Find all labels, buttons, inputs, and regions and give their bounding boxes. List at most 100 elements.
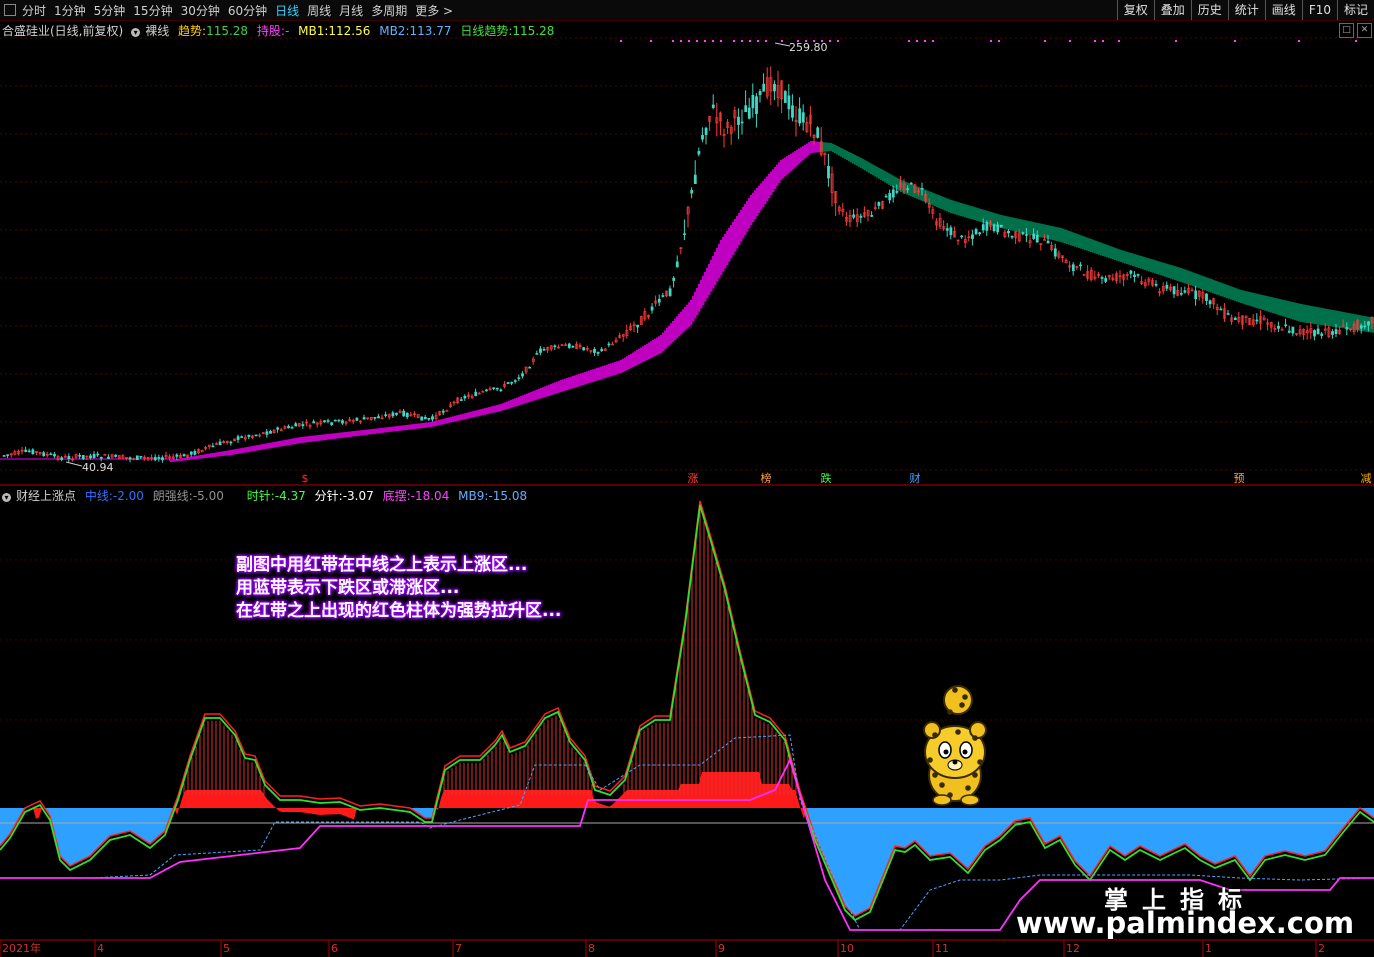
candle-body xyxy=(323,420,326,423)
leopard-spot xyxy=(952,687,958,693)
candle-body xyxy=(1032,233,1036,239)
candle-body xyxy=(859,215,863,218)
candle-body xyxy=(906,188,910,190)
signal-dot xyxy=(672,40,674,42)
candle-body xyxy=(1255,319,1259,322)
candle-body xyxy=(211,445,215,448)
signal-dot xyxy=(1355,40,1357,42)
candle-body xyxy=(391,412,395,417)
style-label[interactable]: 裸线 xyxy=(145,24,169,38)
hour-hand-line xyxy=(0,504,1374,922)
candle-body xyxy=(701,134,704,140)
signal-dot xyxy=(650,40,652,42)
annotation-text: 副图中用红带在中线之上表示上涨区... 用蓝带表示下跌区或滞涨区... 在红带之… xyxy=(236,554,561,623)
candle-body xyxy=(571,345,575,348)
leopard-spot xyxy=(959,702,965,708)
candle-body xyxy=(6,454,10,456)
candle-body xyxy=(153,457,157,461)
signal-dot xyxy=(1298,40,1300,42)
candle-body xyxy=(870,215,874,217)
chart-canvas[interactable]: 259.8040.94 $ 涨榜跌财预减 2021年 4 5 6 7 8 9 10 11 12 1 2 xyxy=(0,0,1374,957)
candle-body xyxy=(89,455,92,459)
strong-label: 朗强线: xyxy=(152,489,193,503)
panel-close-icon[interactable]: ✕ xyxy=(1357,23,1372,38)
candle-body xyxy=(1100,277,1104,279)
candle-body xyxy=(553,345,557,348)
candle-body xyxy=(1359,325,1363,329)
candle-body xyxy=(31,449,35,455)
candle-body xyxy=(2,455,6,457)
candle-body xyxy=(1183,290,1187,293)
candle-body xyxy=(1053,248,1057,257)
trend-band xyxy=(0,141,1374,462)
candle-body xyxy=(373,417,377,419)
candle-body xyxy=(1287,330,1291,333)
sub-indicator-bar: ▾ 财经上涨点 中线:-2.00 朗强线:-5.00 时针:-4.37 分针:-3… xyxy=(2,487,532,503)
candle-body xyxy=(1025,234,1028,236)
signal-dot xyxy=(749,40,751,42)
candle-body xyxy=(60,457,64,460)
candle-body xyxy=(135,455,139,461)
candle-body xyxy=(333,419,337,422)
candle-body xyxy=(78,455,82,457)
candle-body xyxy=(506,382,510,385)
candle-body xyxy=(1345,327,1349,330)
candle-body xyxy=(593,349,596,353)
candle-body xyxy=(1313,330,1316,337)
candle-body xyxy=(128,457,132,460)
leopard-spot xyxy=(927,757,933,763)
indicator-plot xyxy=(0,500,1374,931)
candle-body xyxy=(945,228,949,231)
candle-body xyxy=(485,389,488,392)
candle-body xyxy=(510,382,514,384)
candle-body xyxy=(783,91,787,103)
candle-body xyxy=(992,224,996,231)
signal-dot xyxy=(797,40,799,42)
leopard-spot xyxy=(932,772,938,778)
candle-body xyxy=(1363,325,1367,328)
axis-label: 10 xyxy=(840,942,854,955)
signal-dot xyxy=(704,40,706,42)
leopard-spot xyxy=(932,732,938,738)
candle-body xyxy=(798,108,802,124)
signal-dot xyxy=(829,40,831,42)
candle-body xyxy=(787,95,791,110)
event-marker: 涨 xyxy=(688,472,699,485)
candle-body xyxy=(53,453,56,457)
candle-body xyxy=(974,229,978,235)
daily-trend-label: 日线趋势: xyxy=(460,24,513,38)
candle-body xyxy=(690,190,694,194)
candle-body xyxy=(27,450,31,453)
signal-dot xyxy=(1044,40,1046,42)
leopard-spot xyxy=(955,729,961,735)
signal-dot xyxy=(908,40,910,42)
candle-body xyxy=(650,306,654,311)
midline-label: 中线: xyxy=(84,489,113,503)
signal-dot xyxy=(757,40,759,42)
candle-body xyxy=(1079,264,1082,267)
signal-dot xyxy=(720,40,722,42)
candle-body xyxy=(740,121,744,124)
candle-body xyxy=(1129,270,1133,274)
dropdown-icon[interactable]: ▾ xyxy=(131,28,141,37)
candle-body xyxy=(744,105,748,113)
candle-body xyxy=(402,410,406,417)
candle-body xyxy=(99,457,103,459)
low-price-label: 40.94 xyxy=(82,461,114,474)
candle-body xyxy=(747,107,751,119)
stock-title[interactable]: 合盛硅业(日线,前复权) xyxy=(2,24,123,38)
candle-body xyxy=(751,94,755,109)
candle-body xyxy=(1136,274,1140,276)
leopard-paw xyxy=(932,794,952,806)
red-line xyxy=(0,500,1374,917)
candle-body xyxy=(636,324,640,328)
candle-body xyxy=(607,343,611,346)
signal-dot xyxy=(990,40,992,42)
candle-body xyxy=(330,422,334,425)
candle-body xyxy=(499,389,503,392)
panel-maximize-icon[interactable]: □ xyxy=(1339,23,1354,38)
dropdown-icon[interactable]: ▾ xyxy=(2,493,11,502)
indicator-name[interactable]: 财经上涨点 xyxy=(16,489,76,503)
candle-body xyxy=(49,453,53,456)
minute-value: -3.07 xyxy=(342,489,374,503)
